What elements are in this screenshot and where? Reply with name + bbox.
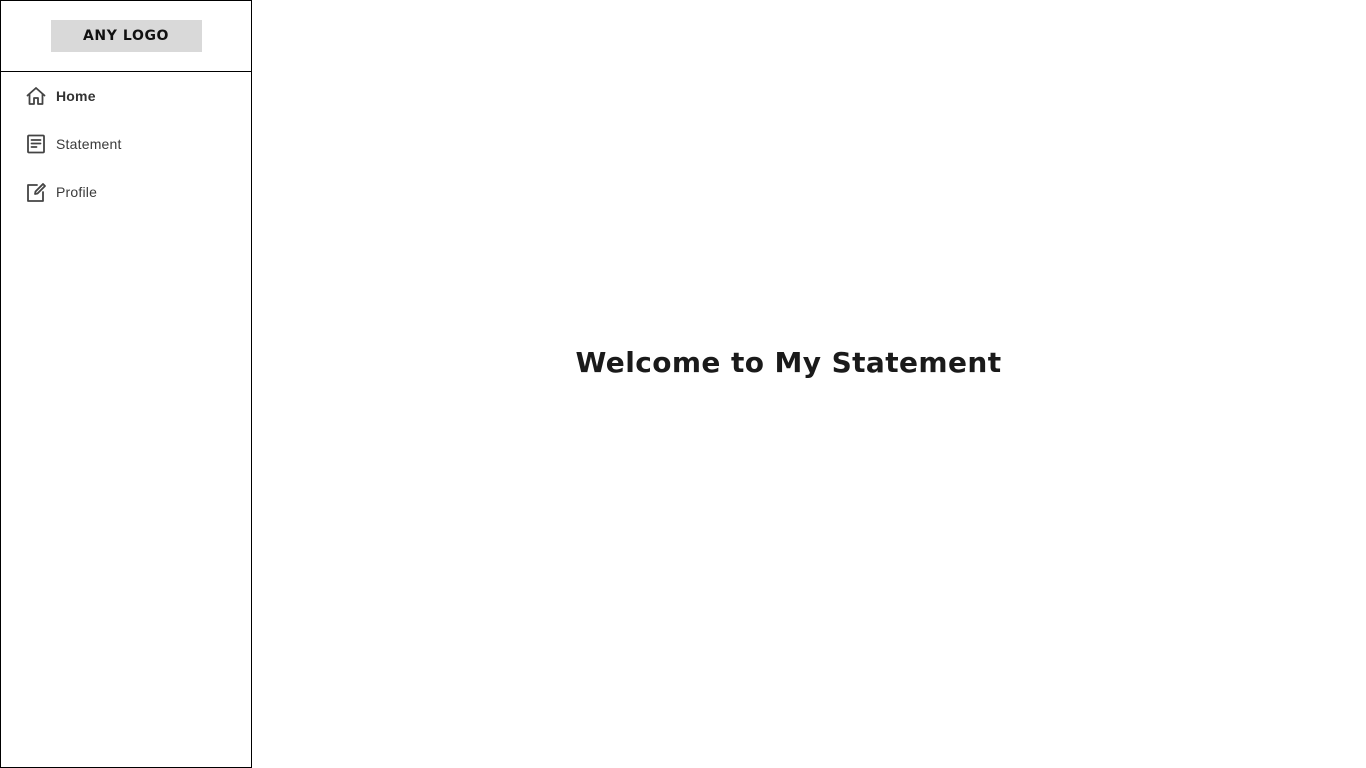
main-content: Welcome to My Statement (252, 0, 1366, 768)
app-window: ANY LOGO Home Statement Profile Welcome … (0, 0, 1366, 768)
logo[interactable]: ANY LOGO (50, 20, 202, 52)
sidebar-item-label: Profile (56, 184, 98, 200)
edit-icon (25, 181, 47, 203)
sidebar-item-label: Home (56, 88, 96, 104)
sidebar-header: ANY LOGO (1, 1, 251, 72)
sidebar-nav: Home Statement Profile (1, 72, 251, 216)
page-title: Welcome to My Statement (575, 346, 1002, 379)
sidebar: ANY LOGO Home Statement Profile (0, 0, 252, 768)
sidebar-item-label: Statement (56, 136, 122, 152)
document-icon (25, 133, 47, 155)
sidebar-item-home[interactable]: Home (1, 72, 251, 120)
sidebar-item-statement[interactable]: Statement (1, 120, 251, 168)
sidebar-item-profile[interactable]: Profile (1, 168, 251, 216)
home-icon (25, 85, 47, 107)
